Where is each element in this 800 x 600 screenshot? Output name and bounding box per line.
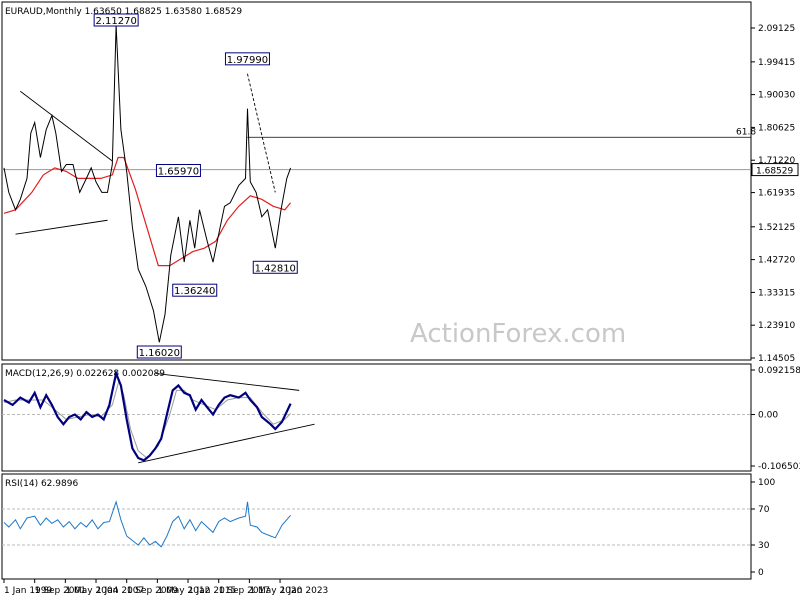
macd-y-axis: 0.092158 0.00 -0.106503 [751, 366, 800, 472]
macd-header: MACD(12,26,9) 0.022628 0.002089 [5, 369, 165, 379]
macd-main-line [3, 369, 292, 462]
moving-average-group [3, 156, 292, 267]
rsi-tick-label: 100 [758, 478, 775, 488]
watermark: ActionForex.com [410, 319, 626, 349]
projection-dashed-line [247, 73, 276, 193]
price-label-text: 2.11270 [95, 16, 136, 27]
rsi-tick-label: 0 [758, 568, 764, 578]
macd-series-group [2, 369, 751, 464]
price-label-text: 1.42810 [255, 263, 296, 274]
price-guides: 61.8 [2, 127, 756, 171]
price-tick-label: 1.61935 [758, 189, 795, 199]
price-tick-label: 2.09125 [758, 24, 795, 34]
price-series-group [3, 24, 292, 343]
rsi-y-axis: 100 70 30 0 [751, 478, 775, 578]
price-tick-label: 1.52125 [758, 223, 795, 233]
rsi-series-group [2, 500, 751, 548]
price-tick-label: 1.99415 [758, 58, 795, 68]
moving-average-line [3, 156, 292, 267]
lower-trendline [15, 219, 108, 235]
x-tick-label: 1 Jan 2023 [280, 586, 328, 596]
price-tick-label: 1.80625 [758, 123, 795, 133]
price-panel-frame [1, 1, 752, 361]
rsi-tick-label: 30 [758, 541, 770, 551]
fib-level-label: 61.8 [736, 127, 756, 137]
macd-tick-label: 0.00 [758, 411, 778, 421]
macd-tick-label: 0.092158 [758, 366, 800, 376]
macd-signal-line [3, 378, 291, 459]
price-line [3, 24, 292, 343]
rsi-tick-label: 70 [758, 505, 770, 515]
forex-chart: ActionForex.com EURAUD,Monthly 1.63650 1… [1, 1, 800, 596]
time-x-axis: 1 Jan 19991 Sep 20011 May 20041 Jan 2007… [3, 579, 328, 596]
price-label-text: 1.36240 [174, 286, 215, 297]
macd-tick-label: -0.106503 [758, 462, 800, 472]
price-tick-label: 1.90030 [758, 91, 795, 101]
price-label-text: 1.16020 [139, 348, 180, 359]
price-tick-label: 1.42720 [758, 256, 795, 266]
rsi-panel-frame [1, 473, 752, 580]
price-tick-label: 1.33315 [758, 288, 795, 298]
price-annotations: 2.11270 1.97990 1.65970 1.36240 1.42810 1.160… [15, 13, 298, 359]
current-price-label: 1.68529 [756, 167, 793, 177]
upper-trendline [20, 90, 113, 162]
price-label-text: 1.97990 [227, 55, 268, 66]
price-tick-label: 1.14505 [758, 354, 795, 364]
price-tick-label: 1.23910 [758, 321, 795, 331]
price-y-axis: 2.091251.994151.900301.806251.712201.619… [751, 24, 799, 364]
price-label-text: 1.65970 [158, 167, 199, 178]
rsi-header: RSI(14) 62.9896 [5, 479, 78, 489]
